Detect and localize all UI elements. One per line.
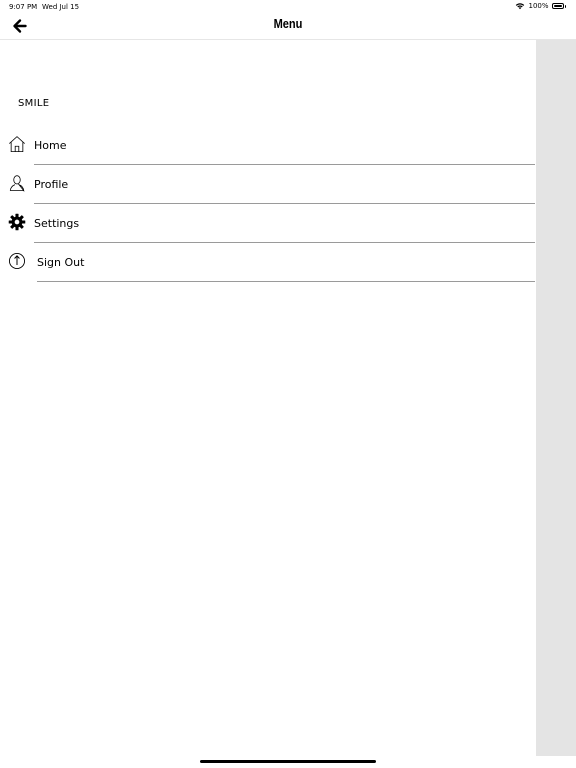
home-icon bbox=[9, 136, 25, 153]
menu-item-label: Sign Out bbox=[37, 256, 85, 269]
menu-screen: 9:07 PM Wed Jul 15 100% Menu SMILE Home … bbox=[0, 0, 576, 768]
dimmed-content-overlay[interactable] bbox=[536, 40, 576, 756]
menu-brand-label: SMILE bbox=[18, 98, 50, 109]
menu-item-label: Home bbox=[34, 139, 67, 152]
battery-icon bbox=[551, 3, 566, 9]
status-time: 9:07 PM bbox=[9, 3, 38, 11]
status-indicators: 100% bbox=[515, 2, 566, 10]
home-indicator[interactable] bbox=[200, 760, 376, 763]
menu-divider bbox=[37, 281, 535, 282]
nav-bar: Menu bbox=[0, 14, 576, 40]
menu-item-label: Settings bbox=[34, 217, 80, 230]
menu-item-profile[interactable]: Profile bbox=[0, 165, 536, 204]
page-title: Menu bbox=[273, 16, 303, 31]
battery-percent: 100% bbox=[528, 2, 549, 10]
back-arrow-icon[interactable] bbox=[12, 18, 28, 34]
gear-icon bbox=[8, 213, 26, 231]
power-icon bbox=[8, 252, 26, 270]
person-icon bbox=[9, 175, 25, 192]
status-date: Wed Jul 15 bbox=[42, 3, 80, 11]
menu-item-settings[interactable]: Settings bbox=[0, 204, 536, 243]
menu-list: Home Profile Settings Sign Out bbox=[0, 126, 536, 282]
menu-item-label: Profile bbox=[34, 178, 69, 191]
wifi-icon bbox=[516, 3, 525, 10]
menu-item-home[interactable]: Home bbox=[0, 126, 536, 165]
menu-item-sign-out[interactable]: Sign Out bbox=[0, 243, 536, 282]
status-bar: 9:07 PM Wed Jul 15 100% bbox=[0, 0, 576, 14]
